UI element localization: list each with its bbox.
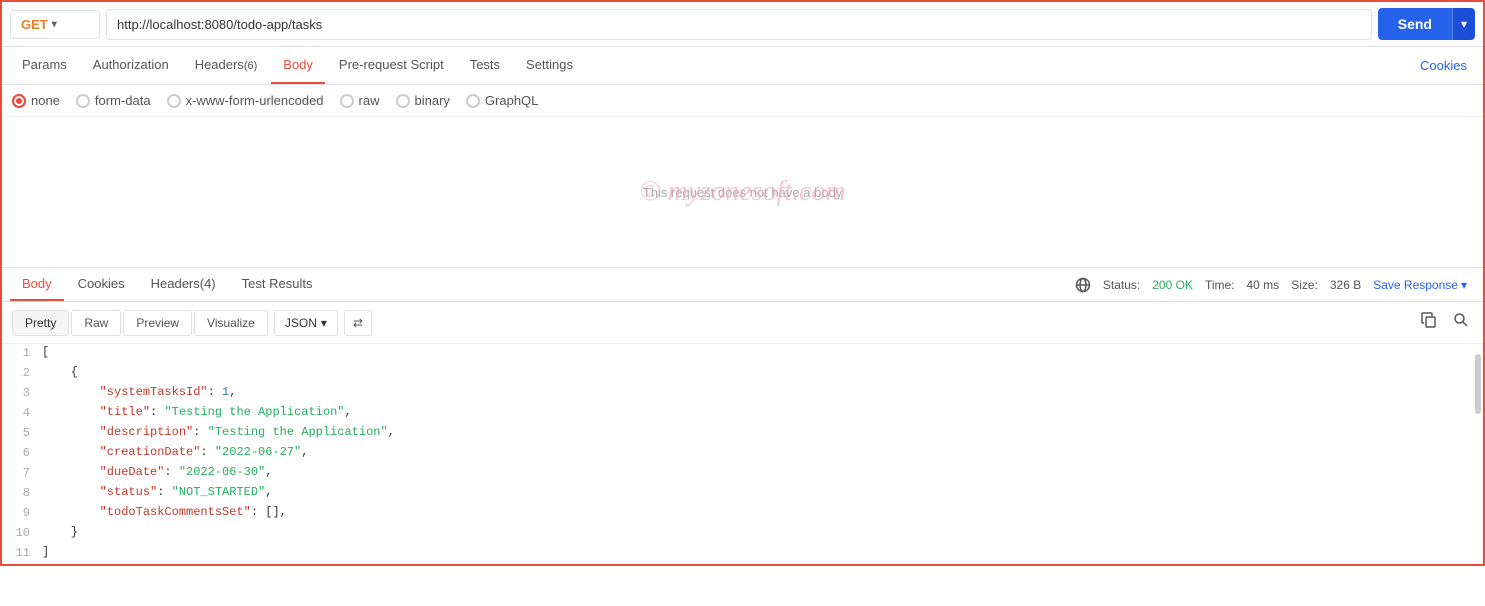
response-tab-headers[interactable]: Headers(4) [139, 268, 228, 301]
tab-params[interactable]: Params [10, 47, 79, 84]
body-empty-area: This request does not have a body © myzo… [2, 117, 1483, 267]
radio-form-data-dot [76, 94, 90, 108]
radio-urlencoded-dot [167, 94, 181, 108]
code-line: 6 "creationDate": "2022-06-27", [2, 444, 1483, 464]
method-chevron-icon: ▾ [52, 19, 57, 30]
format-type-select[interactable]: JSON ▾ [274, 310, 338, 336]
method-label: GET [21, 17, 48, 32]
body-type-bar: none form-data x-www-form-urlencoded raw… [2, 85, 1483, 117]
scrollbar-vertical[interactable] [1475, 354, 1481, 414]
radio-binary-dot [396, 94, 410, 108]
code-line: 5 "description": "Testing the Applicatio… [2, 424, 1483, 444]
status-value: 200 OK [1152, 278, 1193, 292]
code-line: 7 "dueDate": "2022-06-30", [2, 464, 1483, 484]
time-label: Time: [1205, 278, 1235, 292]
body-empty-text: This request does not have a body [643, 185, 842, 200]
response-tabs-bar: Body Cookies Headers(4) Test Results Sta… [2, 268, 1483, 302]
size-label: Size: [1291, 278, 1318, 292]
request-tabs-bar: Params Authorization Headers(6) Body Pre… [2, 47, 1483, 85]
json-output: 1[2 {3 "systemTasksId": 1,4 "title": "Te… [2, 344, 1483, 564]
url-input[interactable] [106, 9, 1372, 40]
tab-pre-request-script[interactable]: Pre-request Script [327, 47, 456, 84]
radio-graphql-dot [466, 94, 480, 108]
search-icon[interactable] [1449, 308, 1473, 337]
tab-authorization[interactable]: Authorization [81, 47, 181, 84]
radio-none-dot [12, 94, 26, 108]
copy-icon[interactable] [1417, 308, 1441, 337]
body-type-form-data[interactable]: form-data [76, 93, 151, 108]
send-button-group: Send ▾ [1378, 8, 1475, 40]
code-line: 4 "title": "Testing the Application", [2, 404, 1483, 424]
code-line: 11] [2, 544, 1483, 564]
body-type-binary[interactable]: binary [396, 93, 450, 108]
right-icons [1417, 308, 1473, 337]
response-tab-body[interactable]: Body [10, 268, 64, 301]
radio-raw-dot [340, 94, 354, 108]
response-body: 1[2 {3 "systemTasksId": 1,4 "title": "Te… [2, 344, 1483, 564]
save-response-button[interactable]: Save Response ▾ [1373, 278, 1467, 292]
cookies-link[interactable]: Cookies [1412, 48, 1475, 83]
top-bar: GET ▾ Send ▾ [2, 2, 1483, 47]
time-value: 40 ms [1247, 278, 1280, 292]
format-raw-button[interactable]: Raw [71, 310, 121, 336]
body-type-urlencoded[interactable]: x-www-form-urlencoded [167, 93, 324, 108]
code-line: 2 { [2, 364, 1483, 384]
globe-icon [1075, 277, 1091, 293]
response-section: Body Cookies Headers(4) Test Results Sta… [2, 267, 1483, 564]
response-meta: Status: 200 OK Time: 40 ms Size: 326 B S… [1067, 273, 1475, 297]
format-preview-button[interactable]: Preview [123, 310, 192, 336]
method-select[interactable]: GET ▾ [10, 10, 100, 39]
body-type-none[interactable]: none [12, 93, 60, 108]
format-visualize-button[interactable]: Visualize [194, 310, 268, 336]
send-chevron-button[interactable]: ▾ [1452, 8, 1475, 40]
status-label: Status: [1103, 278, 1140, 292]
tab-settings[interactable]: Settings [514, 47, 585, 84]
response-tab-cookies[interactable]: Cookies [66, 268, 137, 301]
code-line: 3 "systemTasksId": 1, [2, 384, 1483, 404]
code-line: 9 "todoTaskCommentsSet": [], [2, 504, 1483, 524]
tab-headers[interactable]: Headers(6) [183, 47, 270, 84]
code-line: 1[ [2, 344, 1483, 364]
response-tab-test-results[interactable]: Test Results [230, 268, 325, 301]
send-button[interactable]: Send [1378, 8, 1452, 40]
tab-body[interactable]: Body [271, 47, 325, 84]
code-line: 8 "status": "NOT_STARTED", [2, 484, 1483, 504]
code-line: 10 } [2, 524, 1483, 544]
body-type-raw[interactable]: raw [340, 93, 380, 108]
tab-tests[interactable]: Tests [458, 47, 512, 84]
format-pretty-button[interactable]: Pretty [12, 310, 69, 336]
wrap-button[interactable]: ⇄ [344, 310, 372, 336]
size-value: 326 B [1330, 278, 1361, 292]
body-type-graphql[interactable]: GraphQL [466, 93, 538, 108]
format-bar: Pretty Raw Preview Visualize JSON ▾ ⇄ [2, 302, 1483, 344]
